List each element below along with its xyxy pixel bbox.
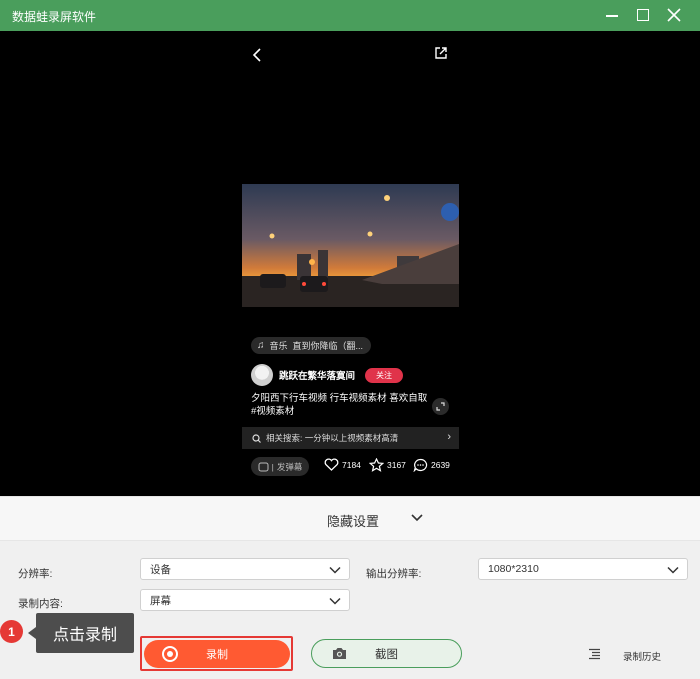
music-note-icon: ♫ <box>257 340 265 351</box>
output-resolution-label: 输出分辨率: <box>366 568 422 580</box>
step-badge: 1 <box>0 620 23 643</box>
danmaku-label: 发弹幕 <box>276 461 303 472</box>
output-resolution-value: 1080*2310 <box>488 563 539 575</box>
avatar[interactable] <box>251 364 273 386</box>
danmaku-icon <box>258 462 269 471</box>
window-title: 数据蛙录屏软件 <box>12 10 97 24</box>
resolution-select[interactable]: 设备 <box>140 558 350 580</box>
record-tooltip: 点击录制 <box>28 613 134 653</box>
author-row: 跳跃在繁华落寞间 关注 <box>251 364 404 386</box>
separator: | <box>271 461 274 472</box>
tooltip-text: 点击录制 <box>52 627 117 644</box>
hide-settings-bar[interactable]: 隐藏设置 <box>0 496 700 541</box>
chevron-down-icon <box>329 597 341 605</box>
search-icon <box>252 433 261 443</box>
screenshot-label: 截图 <box>375 648 398 661</box>
chevron-down-icon[interactable] <box>409 510 425 526</box>
related-search-text: 相关搜索: 一分钟以上视频素材高清 <box>266 433 399 443</box>
follow-button[interactable]: 关注 <box>365 367 404 383</box>
favorite-stat[interactable]: 3167 <box>369 458 406 472</box>
comment-stat[interactable]: 2639 <box>413 458 450 472</box>
danmaku-button[interactable]: | 发弹幕 <box>251 457 309 476</box>
title-bar: 数据蛙录屏软件 <box>0 0 700 31</box>
expand-icon[interactable] <box>432 398 449 415</box>
camera-icon <box>333 648 346 659</box>
minimize-button[interactable] <box>600 4 624 26</box>
comment-icon <box>413 458 428 472</box>
star-icon <box>369 458 384 472</box>
output-resolution-select[interactable]: 1080*2310 <box>478 558 688 580</box>
heart-icon <box>324 458 339 471</box>
favorite-count: 3167 <box>387 460 406 470</box>
screen-preview: ♫ 音乐 直到你降临（翻... 跳跃在繁华落寞间 关注 夕阳西下行车视频 行车视… <box>0 31 700 496</box>
content-label: 录制内容: <box>18 598 63 610</box>
hide-settings-label: 隐藏设置 <box>327 514 380 529</box>
history-label[interactable]: 录制历史 <box>623 649 661 663</box>
content-value: 屏幕 <box>150 594 171 607</box>
close-button[interactable] <box>662 4 686 26</box>
record-label: 录制 <box>206 649 228 661</box>
record-icon <box>162 646 178 662</box>
music-chip[interactable]: ♫ 音乐 直到你降临（翻... <box>251 337 372 354</box>
content-select[interactable]: 屏幕 <box>140 589 350 611</box>
record-button[interactable]: 录制 <box>144 640 290 668</box>
maximize-icon <box>637 9 649 21</box>
maximize-button[interactable] <box>631 4 655 26</box>
like-count: 7184 <box>342 459 361 470</box>
video-thumbnail <box>242 184 459 307</box>
music-prefix: 音乐 <box>269 341 288 351</box>
comment-count: 2639 <box>431 460 450 470</box>
minimize-icon <box>606 15 618 17</box>
share-icon[interactable] <box>434 46 448 60</box>
music-title: 直到你降临（翻... <box>292 341 364 351</box>
video-description: 夕阳西下行车视频 行车视频素材 喜欢自取 #视频素材 <box>251 393 428 417</box>
screenshot-button[interactable]: 截图 <box>311 639 462 668</box>
related-search-bar[interactable]: 相关搜索: 一分钟以上视频素材高清 › <box>242 427 459 449</box>
like-stat[interactable]: 7184 <box>324 458 361 471</box>
close-icon <box>667 8 681 22</box>
chevron-down-icon <box>667 566 679 574</box>
back-arrow-icon[interactable] <box>252 47 262 63</box>
chevron-down-icon <box>329 566 341 574</box>
resolution-value: 设备 <box>150 563 171 576</box>
chevron-right-icon: › <box>447 431 451 443</box>
resolution-label: 分辨率: <box>18 568 53 580</box>
author-name[interactable]: 跳跃在繁华落寞间 <box>279 368 355 382</box>
list-icon[interactable] <box>588 648 601 660</box>
